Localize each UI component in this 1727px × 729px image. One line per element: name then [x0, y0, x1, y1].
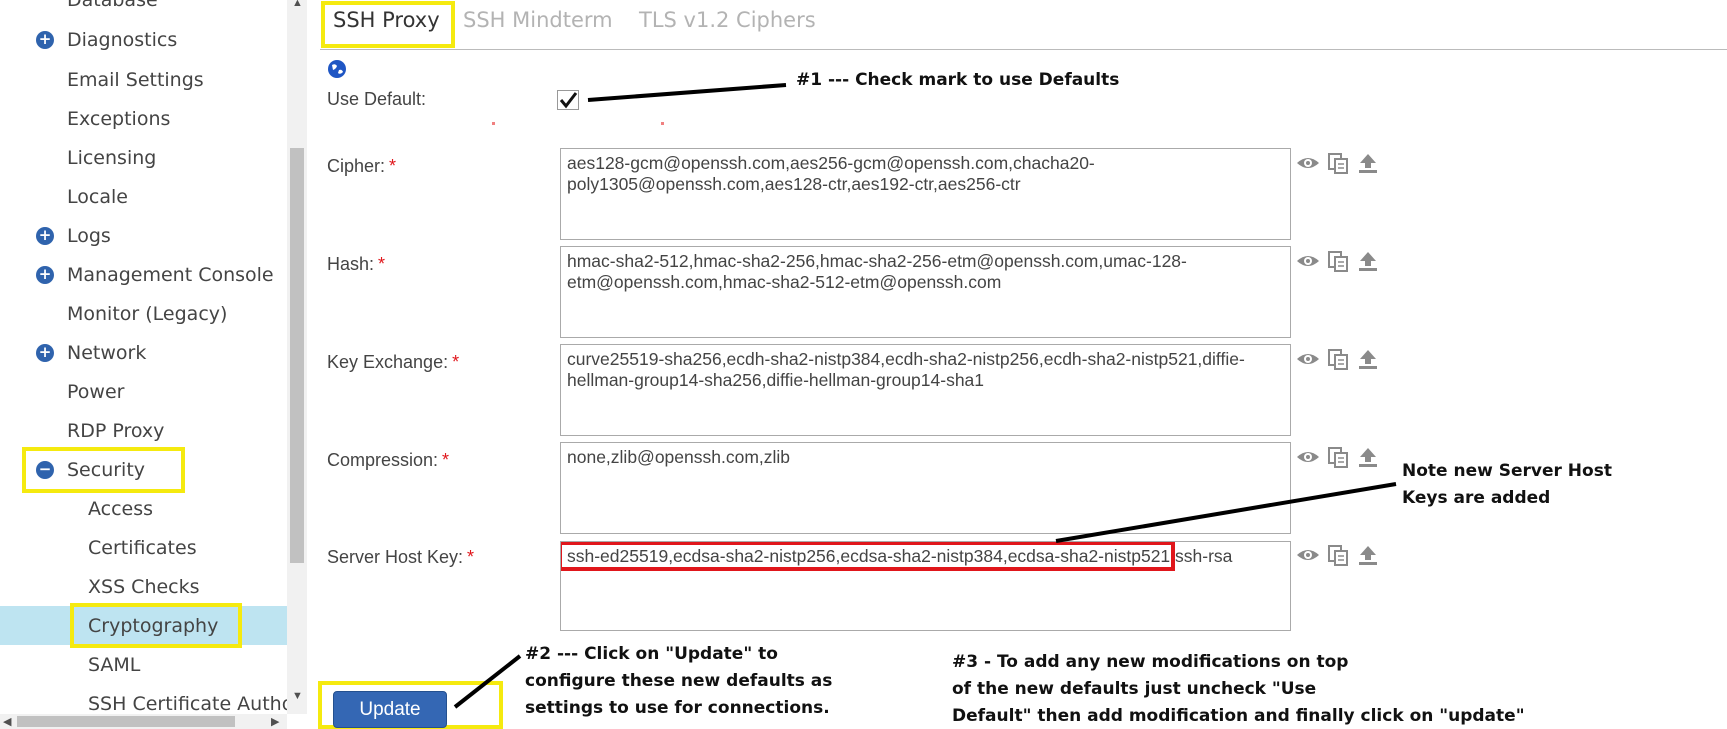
server-host-key-textarea[interactable]: ssh-ed25519,ecdsa-sha2-nistp256,ecdsa-sh… — [560, 541, 1291, 631]
plus-circle-icon[interactable]: + — [36, 30, 54, 49]
artifact-dot — [661, 122, 664, 125]
use-default-label: Use Default: — [327, 89, 427, 109]
sidebar-scroll-thumb[interactable] — [290, 148, 304, 563]
tab-tls-ciphers[interactable]: TLS v1.2 Ciphers — [639, 8, 816, 32]
sidebar-item-locale[interactable]: Locale — [0, 177, 287, 216]
copy-icon[interactable] — [1326, 348, 1350, 370]
annotation-3: #3 - To add any new modifications on top… — [952, 652, 1525, 726]
sidebar: Database + Diagnostics Email Settings Ex… — [0, 0, 287, 729]
plus-circle-icon[interactable]: + — [36, 226, 54, 245]
cryptography-highlight — [70, 603, 242, 648]
update-button[interactable]: Update — [333, 691, 447, 728]
hash-label: Hash: * — [327, 254, 386, 274]
sidebar-item-rdp-proxy[interactable]: RDP Proxy — [0, 411, 287, 450]
upload-icon[interactable] — [1356, 446, 1380, 468]
sidebar-subitem-certificates[interactable]: Certificates — [0, 528, 287, 567]
hash-textarea[interactable]: hmac-sha2-512,hmac-sha2-256,hmac-sha2-25… — [560, 246, 1291, 338]
copy-icon[interactable] — [1326, 152, 1350, 174]
globe-help-icon[interactable] — [327, 59, 347, 79]
artifact-dot — [492, 122, 495, 125]
annotation-2: #2 --- Click on "Update" to configure the… — [525, 644, 833, 718]
sidebar-item-licensing[interactable]: Licensing — [0, 138, 287, 177]
checkmark-icon — [559, 92, 578, 109]
security-highlight — [22, 447, 185, 493]
compression-textarea[interactable]: none,zlib@openssh.com,zlib — [560, 442, 1291, 534]
key-exchange-textarea[interactable]: curve25519-sha256,ecdh-sha2-nistp384,ecd… — [560, 344, 1291, 436]
tab-ssh-mindterm[interactable]: SSH Mindterm — [463, 8, 613, 32]
use-default-checkbox[interactable] — [557, 90, 579, 110]
sidebar-subitem-saml[interactable]: SAML — [0, 645, 287, 684]
cipher-label: Cipher: * — [327, 156, 397, 176]
field-action-icons — [1296, 348, 1380, 370]
sidebar-subitem-xss-checks[interactable]: XSS Checks — [0, 567, 287, 606]
sidebar-item-monitor-legacy[interactable]: Monitor (Legacy) — [0, 294, 287, 333]
ssh-proxy-tab-highlight — [321, 1, 455, 48]
cipher-textarea[interactable]: aes128-gcm@openssh.com,aes256-gcm@openss… — [560, 148, 1291, 240]
plus-circle-icon[interactable]: + — [36, 343, 54, 362]
scroll-down-arrow-icon[interactable]: ▼ — [292, 690, 303, 702]
eye-icon[interactable] — [1296, 250, 1320, 272]
scroll-up-arrow-icon[interactable]: ▲ — [292, 0, 303, 9]
upload-icon[interactable] — [1356, 348, 1380, 370]
sidebar-hscroll-thumb[interactable] — [17, 716, 235, 727]
field-action-icons — [1296, 250, 1380, 272]
field-action-icons — [1296, 544, 1380, 566]
compression-label: Compression: * — [327, 450, 450, 470]
field-action-icons — [1296, 152, 1380, 174]
annotation-1: #1 --- Check mark to use Defaults — [796, 70, 1120, 90]
plus-circle-icon[interactable]: + — [36, 265, 54, 284]
field-action-icons — [1296, 446, 1380, 468]
copy-icon[interactable] — [1326, 250, 1350, 272]
sidebar-item-power[interactable]: Power — [0, 372, 287, 411]
key-exchange-label: Key Exchange: * — [327, 352, 460, 372]
upload-icon[interactable] — [1356, 152, 1380, 174]
sidebar-item-diagnostics[interactable]: + Diagnostics — [0, 20, 287, 59]
eye-icon[interactable] — [1296, 446, 1320, 468]
upload-icon[interactable] — [1356, 250, 1380, 272]
sidebar-subitem-access[interactable]: Access — [0, 489, 287, 528]
sidebar-item-logs[interactable]: + Logs — [0, 216, 287, 255]
server-host-key-label: Server Host Key: * — [327, 547, 475, 567]
new-host-keys-highlight: ssh-ed25519,ecdsa-sha2-nistp256,ecdsa-sh… — [561, 542, 1176, 571]
scroll-left-arrow-icon[interactable]: ◀ — [3, 715, 11, 728]
arrow-to-checkbox — [587, 83, 787, 102]
copy-icon[interactable] — [1326, 446, 1350, 468]
sidebar-item-management-console[interactable]: + Management Console — [0, 255, 287, 294]
host-key-rest: ssh-rsa — [1175, 546, 1233, 566]
sidebar-item-exceptions[interactable]: Exceptions — [0, 99, 287, 138]
eye-icon[interactable] — [1296, 544, 1320, 566]
annotation-4: Note new Server Host Keys are added — [1402, 461, 1612, 508]
sidebar-item-network[interactable]: + Network — [0, 333, 287, 372]
scroll-right-arrow-icon[interactable]: ▶ — [271, 715, 279, 728]
eye-icon[interactable] — [1296, 152, 1320, 174]
upload-icon[interactable] — [1356, 544, 1380, 566]
sidebar-item-email-settings[interactable]: Email Settings — [0, 60, 287, 99]
copy-icon[interactable] — [1326, 544, 1350, 566]
eye-icon[interactable] — [1296, 348, 1320, 370]
sidebar-item-database[interactable]: Database — [0, 0, 287, 19]
